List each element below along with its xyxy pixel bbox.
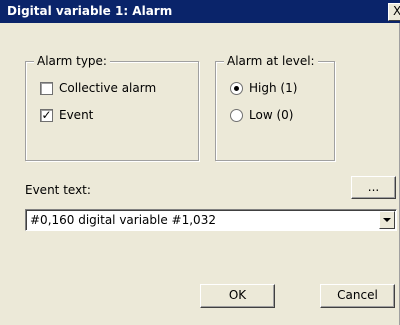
high-level-label: High (1) [249,81,298,95]
close-icon: X [393,4,400,18]
collective-alarm-checkbox[interactable] [40,81,53,95]
event-text-combobox[interactable]: #0,160 digital variable #1,032 [25,209,397,231]
alarm-type-legend: Alarm type: [34,54,110,68]
high-level-radio[interactable] [230,81,243,95]
event-text-value: #0,160 digital variable #1,032 [30,213,216,227]
cancel-button[interactable]: Cancel [320,284,395,308]
title-bar[interactable]: Digital variable 1: Alarm X [0,0,400,23]
low-level-label: Low (0) [249,108,294,122]
alarm-dialog: Digital variable 1: Alarm X Alarm type: … [0,0,400,325]
close-button[interactable]: X [388,3,400,21]
collective-alarm-option[interactable]: Collective alarm [40,81,156,95]
event-option[interactable]: ✓ Event [40,108,93,122]
chevron-down-icon[interactable] [379,211,395,229]
collective-alarm-label: Collective alarm [59,81,157,95]
event-label: Event [59,108,94,122]
alarm-type-group: Alarm type: Collective alarm ✓ Event [25,54,199,161]
dialog-title: Digital variable 1: Alarm [7,4,173,18]
alarm-level-group: Alarm at level: High (1) Low (0) [215,54,335,161]
alarm-level-legend: Alarm at level: [224,54,318,68]
low-level-radio[interactable] [230,108,243,122]
ok-button[interactable]: OK [200,284,275,308]
low-level-option[interactable]: Low (0) [230,108,293,122]
event-text-label: Event text: [25,183,91,197]
event-checkbox[interactable]: ✓ [40,108,53,122]
high-level-option[interactable]: High (1) [230,81,297,95]
dialog-body: Alarm type: Collective alarm ✓ Event Ala… [0,23,400,325]
browse-button[interactable]: ... [351,176,396,199]
